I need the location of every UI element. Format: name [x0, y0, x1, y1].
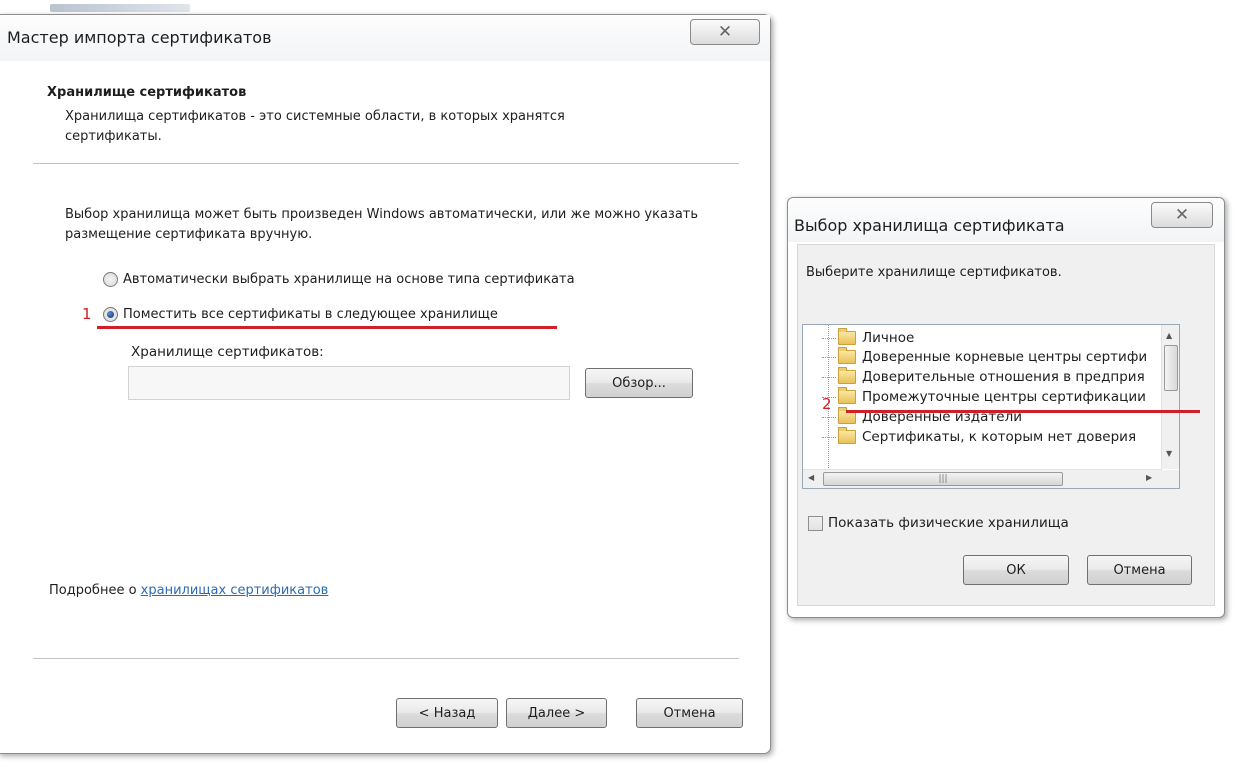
section-description: Хранилища сертификатов - это системные о… — [65, 109, 565, 144]
tree-item[interactable]: Сертификаты, к которым нет доверия — [822, 427, 1137, 446]
scroll-down-icon[interactable]: ▼ — [1166, 449, 1172, 458]
show-physical-label: Показать физические хранилища — [828, 515, 1069, 531]
folder-icon — [838, 328, 856, 345]
back-button[interactable]: < Назад — [396, 698, 498, 728]
dialog-cancel-button[interactable]: Отмена — [1087, 555, 1192, 585]
scroll-left-icon[interactable]: ◀ — [808, 473, 814, 482]
select-store-dialog: Выбор хранилища сертификата ✕ Выберите х… — [787, 197, 1225, 618]
tree-connector — [822, 436, 836, 438]
wizard-title: Мастер импорта сертификатов — [7, 28, 272, 47]
tree-item-label: Доверительные отношения в предприя — [862, 369, 1145, 385]
scroll-up-icon[interactable]: ▲ — [1166, 331, 1172, 340]
store-input[interactable] — [128, 366, 570, 400]
dialog-titlebar: Выбор хранилища сертификата ✕ — [788, 198, 1224, 242]
annotation-marker-2: 2 — [822, 395, 832, 413]
tree-connector — [822, 416, 836, 418]
folder-icon — [838, 387, 856, 404]
vertical-scrollbar[interactable]: ▲ ▼ — [1161, 325, 1179, 469]
folder-icon — [838, 427, 856, 444]
scroll-thumb-horizontal[interactable]: ||| — [823, 472, 1063, 486]
tree-item-label: Сертификаты, к которым нет доверия — [862, 429, 1137, 445]
checkbox[interactable] — [808, 515, 823, 531]
dialog-title: Выбор хранилища сертификата — [794, 216, 1065, 235]
close-icon: ✕ — [1174, 205, 1190, 225]
scroll-right-icon[interactable]: ▶ — [1146, 473, 1152, 482]
folder-icon — [838, 367, 856, 384]
tree-item[interactable]: Доверительные отношения в предприя — [822, 367, 1145, 386]
browse-button[interactable]: Обзор... — [585, 368, 693, 398]
intro-text: Выбор хранилища может быть произведен Wi… — [65, 207, 699, 242]
certificate-import-wizard: Мастер импорта сертификатов ✕ Хранилище … — [0, 14, 771, 754]
radio-manual-label: Поместить все сертификаты в следующее хр… — [123, 307, 498, 322]
tree-item-label: Личное — [862, 330, 915, 346]
dialog-prompt: Выберите хранилище сертификатов. — [806, 265, 1062, 280]
wizard-titlebar: Мастер импорта сертификатов ✕ — [0, 15, 770, 61]
tree-connector — [822, 356, 836, 358]
radio-auto-label: Автоматически выбрать хранилище на основ… — [123, 272, 575, 287]
blurred-toolbar — [50, 4, 190, 12]
wizard-close-button[interactable]: ✕ — [690, 19, 760, 45]
tree-connector — [822, 376, 836, 378]
dialog-close-button[interactable]: ✕ — [1151, 202, 1213, 228]
show-physical-stores[interactable]: Показать физические хранилища — [808, 515, 1069, 531]
store-tree[interactable]: Личное Доверенные корневые центры сертиф… — [802, 324, 1180, 489]
tree-item[interactable]: Доверенные корневые центры сертифи — [822, 347, 1148, 366]
more-info-prefix: Подробнее о — [49, 583, 137, 598]
scroll-thumb-vertical[interactable] — [1164, 345, 1178, 391]
cancel-button[interactable]: Отмена — [636, 698, 743, 728]
annotation-marker-1: 1 — [82, 305, 92, 323]
footer-divider — [33, 658, 739, 660]
store-label: Хранилище сертификатов: — [131, 344, 324, 360]
radio-manual-store[interactable]: Поместить все сертификаты в следующее хр… — [103, 307, 498, 322]
more-info: Подробнее о хранилищах сертификатов — [49, 583, 328, 598]
radio-button-selected[interactable] — [103, 307, 118, 322]
tree-item-label: Промежуточные центры сертификации — [862, 389, 1146, 405]
horizontal-scrollbar[interactable]: ◀ ||| ▶ — [803, 469, 1162, 488]
next-button[interactable]: Далее > — [506, 698, 607, 728]
annotation-underline-1 — [97, 326, 557, 329]
more-info-link[interactable]: хранилищах сертификатов — [141, 583, 329, 598]
tree-item[interactable]: Промежуточные центры сертификации — [822, 387, 1146, 406]
tree-item[interactable]: Личное — [822, 328, 915, 347]
radio-auto-store[interactable]: Автоматически выбрать хранилище на основ… — [103, 272, 575, 287]
close-icon: ✕ — [717, 22, 733, 42]
tree-item-label: Доверенные корневые центры сертифи — [862, 349, 1148, 365]
folder-icon — [838, 347, 856, 364]
section-title: Хранилище сертификатов — [47, 85, 247, 100]
radio-button[interactable] — [103, 272, 118, 287]
tree-connector — [822, 337, 836, 339]
annotation-underline-2 — [846, 410, 1200, 413]
ok-button[interactable]: ОК — [963, 555, 1069, 585]
header-divider — [33, 163, 739, 165]
scroll-corner — [1162, 470, 1179, 488]
